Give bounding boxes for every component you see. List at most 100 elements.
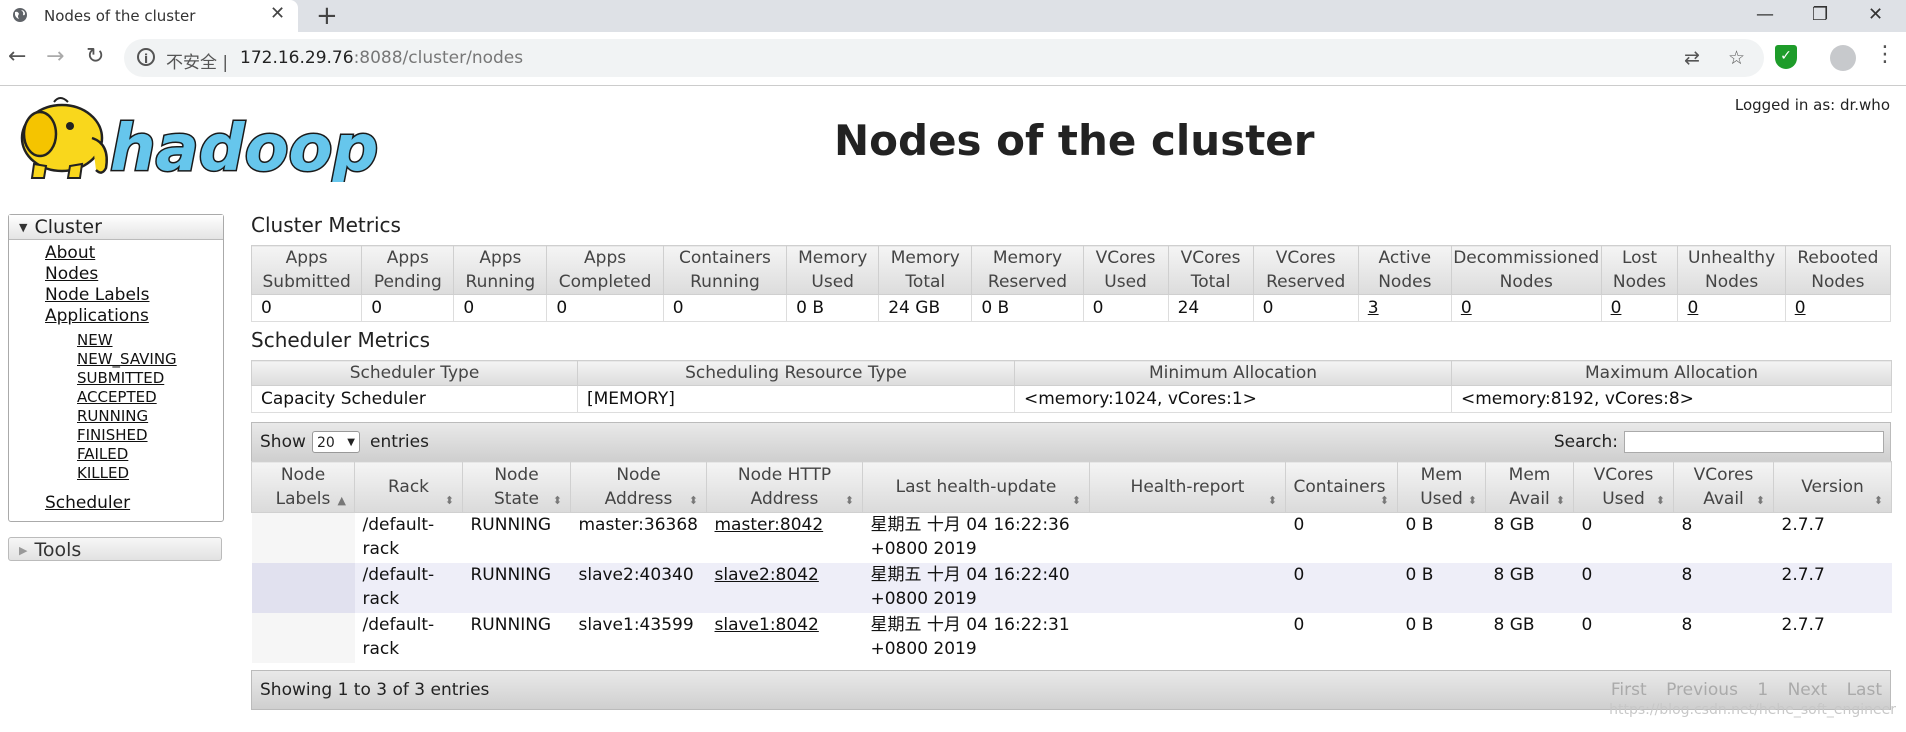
pager-next[interactable]: Next (1788, 680, 1828, 700)
sort-both-icon: ⬍ (1873, 494, 1883, 507)
cell-vcores-avail: 8 (1673, 563, 1774, 613)
cell-version: 2.7.7 (1773, 512, 1892, 563)
header-scheduler-type: Scheduler Type (251, 360, 578, 386)
sidebar-link-running[interactable]: RUNNING (77, 407, 148, 425)
sidebar-link-new-saving[interactable]: NEW_SAVING (77, 350, 177, 368)
column-version[interactable]: Version ⬍ (1773, 461, 1892, 513)
url-field[interactable]: i 不安全 | 172.16.29.76:8088/cluster/nodes … (124, 39, 1764, 77)
tab-strip: Nodes of the cluster ✕ + — ❐ ✕ (0, 0, 1906, 32)
browser-tab[interactable]: Nodes of the cluster ✕ (0, 0, 298, 32)
profile-avatar[interactable] (1830, 45, 1856, 71)
sidebar-link-accepted[interactable]: ACCEPTED (77, 388, 157, 406)
table-row: /default-rack RUNNING master:36368 maste… (251, 512, 1892, 563)
cell-node-state: RUNNING (462, 512, 571, 563)
minimize-icon[interactable]: — (1756, 4, 1774, 25)
sidebar-link-node-labels[interactable]: Node Labels (45, 285, 150, 305)
column-node-labels[interactable]: Node Labels ▲ (251, 461, 355, 513)
cell-node-address: slave2:40340 (570, 563, 707, 613)
scheduler-metrics-title: Scheduler Metrics (251, 328, 431, 352)
sidebar-link-failed[interactable]: FAILED (77, 445, 128, 463)
bookmark-star-icon[interactable]: ☆ (1728, 47, 1745, 69)
hadoop-logo[interactable]: hadoop (10, 94, 384, 182)
header-apps-completed: Apps Completed (546, 245, 664, 295)
value-unhealthy-nodes: 0 (1677, 294, 1786, 322)
rebooted-nodes-link[interactable]: 0 (1795, 298, 1806, 318)
forward-icon[interactable]: → (46, 44, 64, 69)
header-memory-reserved: Memory Reserved (971, 245, 1084, 295)
sort-both-icon: ⬍ (844, 494, 854, 507)
sidebar-link-finished[interactable]: FINISHED (77, 426, 148, 444)
extension-shield-icon[interactable]: ✓ (1775, 45, 1797, 69)
value-vcores-reserved: 0 (1252, 294, 1359, 322)
sort-both-icon: ⬍ (1267, 494, 1277, 507)
sidebar-link-submitted[interactable]: SUBMITTED (77, 369, 164, 387)
info-icon[interactable]: i (137, 48, 155, 66)
menu-kebab-icon[interactable]: ⋮ (1874, 42, 1896, 67)
column-vcores-avail[interactable]: VCores Avail ⬍ (1673, 461, 1774, 513)
reload-icon[interactable]: ↻ (86, 44, 104, 69)
value-apps-submitted: 0 (250, 294, 363, 322)
cell-node-address: master:36368 (570, 512, 707, 563)
value-apps-pending: 0 (361, 294, 455, 322)
lost-nodes-link[interactable]: 0 (1611, 298, 1622, 318)
column-health-report[interactable]: Health-report ⬍ (1089, 461, 1286, 513)
sort-both-icon: ⬍ (1755, 494, 1765, 507)
pager-page-1[interactable]: 1 (1757, 680, 1768, 700)
column-mem-used[interactable]: Mem Used ⬍ (1397, 461, 1486, 513)
tab-title: Nodes of the cluster (44, 7, 196, 25)
sidebar-link-nodes[interactable]: Nodes (45, 264, 98, 284)
node-http-link[interactable]: slave1:8042 (715, 615, 819, 635)
column-node-address[interactable]: Node Address ⬍ (570, 461, 707, 513)
node-http-link[interactable]: slave2:8042 (715, 565, 819, 585)
cell-vcores-avail: 8 (1673, 512, 1774, 563)
cell-mem-avail: 8 GB (1485, 563, 1574, 613)
logged-in-label: Logged in as: dr.who (1734, 96, 1890, 114)
caret-down-icon: ▼ (347, 437, 355, 448)
entries-label: entries (370, 432, 429, 452)
sort-both-icon: ⬍ (1555, 494, 1565, 507)
translate-icon[interactable]: ⇄ (1684, 47, 1700, 69)
back-icon[interactable]: ← (8, 44, 26, 69)
active-nodes-link[interactable]: 3 (1368, 298, 1379, 318)
cell-node-labels (251, 563, 355, 613)
node-http-link[interactable]: master:8042 (715, 515, 824, 535)
value-maximum-allocation: <memory:8192, vCores:8> (1451, 385, 1892, 413)
column-node-state[interactable]: Node State ⬍ (462, 461, 571, 513)
cell-version: 2.7.7 (1773, 613, 1892, 663)
close-tab-icon[interactable]: ✕ (270, 3, 285, 24)
pager-first[interactable]: First (1611, 680, 1647, 700)
show-label: Show (260, 432, 306, 452)
header-apps-running: Apps Running (453, 245, 548, 295)
nodes-table-toolbar: Show 20 ▼ entries Search: (251, 422, 1891, 462)
close-window-icon[interactable]: ✕ (1868, 4, 1883, 25)
sidebar-link-scheduler[interactable]: Scheduler (45, 493, 130, 513)
column-node-http-address[interactable]: Node HTTP Address ⬍ (706, 461, 863, 513)
column-mem-avail[interactable]: Mem Avail ⬍ (1485, 461, 1574, 513)
pager-previous[interactable]: Previous (1666, 680, 1738, 700)
cluster-metrics-header-row: Apps Submitted Apps Pending Apps Running Ap… (250, 245, 1892, 295)
sidebar-link-about[interactable]: About (45, 243, 95, 263)
sidebar-link-killed[interactable]: KILLED (77, 464, 129, 482)
column-last-health-update[interactable]: Last health-update ⬍ (862, 461, 1090, 513)
decommissioned-nodes-link[interactable]: 0 (1461, 298, 1472, 318)
scheduler-metrics-header-row: Scheduler Type Scheduling Resource Type … (251, 360, 1892, 386)
sidebar-tools-header[interactable]: ▶ Tools (8, 537, 222, 561)
search-input[interactable] (1624, 431, 1884, 453)
sidebar-link-new[interactable]: NEW (77, 331, 113, 349)
value-scheduling-resource-type: [MEMORY] (577, 385, 1015, 413)
header-apps-pending: Apps Pending (361, 245, 455, 295)
new-tab-icon[interactable]: + (316, 1, 338, 31)
search-label: Search: (1553, 432, 1618, 452)
header-rebooted-nodes: Rebooted Nodes (1784, 245, 1892, 295)
value-vcores-used: 0 (1082, 294, 1169, 322)
unhealthy-nodes-link[interactable]: 0 (1687, 298, 1698, 318)
pager-last[interactable]: Last (1847, 680, 1882, 700)
table-row: /default-rack RUNNING slave2:40340 slave… (251, 563, 1892, 613)
maximize-icon[interactable]: ❐ (1812, 4, 1828, 25)
column-rack[interactable]: Rack ⬍ (354, 461, 463, 513)
page-length-select[interactable]: 20 ▼ (312, 431, 360, 453)
sidebar-link-applications[interactable]: Applications (45, 306, 149, 326)
sidebar-cluster-header[interactable]: ▼ Cluster (9, 215, 223, 240)
column-containers[interactable]: Containers ⬍ (1285, 461, 1398, 513)
column-vcores-used[interactable]: VCores Used ⬍ (1573, 461, 1674, 513)
